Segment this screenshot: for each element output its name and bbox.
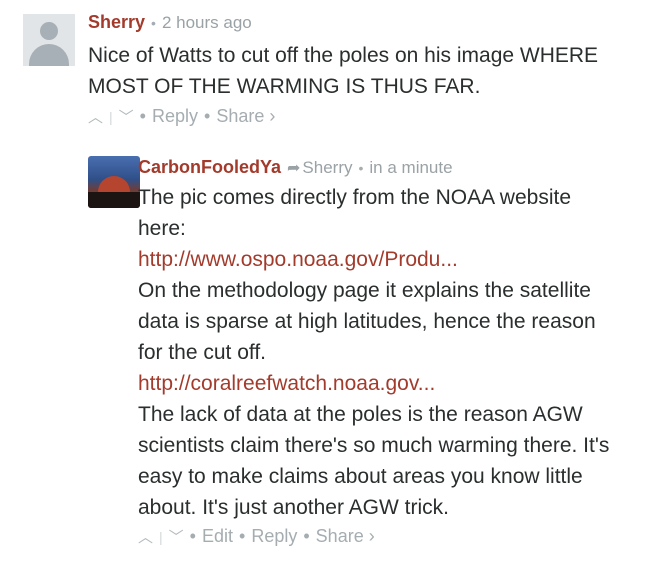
reply-body: The pic comes directly from the NOAA web… <box>138 182 648 523</box>
reply-link-coralreef[interactable]: http://coralreefwatch.noaa.gov... <box>138 372 435 395</box>
vote-divider: | <box>159 529 163 545</box>
reply-time[interactable]: in a minute <box>369 158 452 177</box>
comment-body: Nice of Watts to cut off the poles on hi… <box>88 40 598 102</box>
reply-line: On the methodology page it explains the … <box>138 279 591 302</box>
comment-line: Nice of Watts to cut off the poles on hi… <box>88 44 599 67</box>
comment-thread: Sherry • 2 hours ago Nice of Watts to cut … <box>0 0 660 561</box>
reply-line: scientists claim there's so much warming… <box>138 434 610 457</box>
meta-separator: • <box>151 15 156 31</box>
reply-line: for the cut off. <box>138 341 267 364</box>
reply-author[interactable]: CarbonFooledYa <box>138 157 281 177</box>
reply-line: The pic comes directly from the NOAA web… <box>138 186 571 209</box>
action-separator: • <box>189 526 196 546</box>
reply-line: here: <box>138 217 186 240</box>
reply-to-user[interactable]: Sherry <box>302 158 352 177</box>
downvote-icon[interactable]: ﹀ <box>119 106 134 127</box>
share-button[interactable]: Share › <box>216 106 275 127</box>
reply-link-ospo[interactable]: http://www.ospo.noaa.gov/Produ... <box>138 248 458 271</box>
action-separator: • <box>303 526 310 546</box>
upvote-icon[interactable]: ︿ <box>138 526 153 547</box>
reply-line: data is sparse at high latitudes, hence … <box>138 310 596 333</box>
action-separator: • <box>239 526 246 546</box>
meta-separator: • <box>358 160 364 176</box>
reply-arrow-icon: ➦ <box>287 160 301 177</box>
comment-time[interactable]: 2 hours ago <box>162 13 252 32</box>
reply-button[interactable]: Reply <box>251 526 297 547</box>
reply-button[interactable]: Reply <box>152 106 198 127</box>
avatar-sherry[interactable] <box>23 14 75 66</box>
upvote-icon[interactable]: ︿ <box>88 106 103 127</box>
downvote-icon[interactable]: ﹀ <box>169 526 184 547</box>
avatar-body <box>29 44 69 66</box>
comment-author[interactable]: Sherry <box>88 12 145 32</box>
reply-actions: ︿ | ﹀ • Edit • Reply • Share › <box>138 526 375 547</box>
reply-line: The lack of data at the poles is the rea… <box>138 403 583 426</box>
comment-actions: ︿ | ﹀ • Reply • Share › <box>88 106 275 127</box>
avatar-ground-shape <box>88 192 140 208</box>
comment-line: MOST OF THE WARMING IS THUS FAR. <box>88 75 481 98</box>
avatar-carbonfooledya[interactable] <box>88 156 140 208</box>
edit-button[interactable]: Edit <box>202 526 233 547</box>
comment-meta: Sherry • 2 hours ago <box>88 12 252 33</box>
reply-line: easy to make claims about areas you know… <box>138 465 583 488</box>
vote-divider: | <box>109 109 113 125</box>
action-separator: • <box>204 106 211 126</box>
avatar-head <box>40 22 58 40</box>
reply-line: about. It's just another AGW trick. <box>138 496 449 519</box>
action-separator: • <box>139 106 146 126</box>
share-button[interactable]: Share › <box>316 526 375 547</box>
reply-meta: CarbonFooledYa ➦ Sherry • in a minute <box>138 157 453 178</box>
